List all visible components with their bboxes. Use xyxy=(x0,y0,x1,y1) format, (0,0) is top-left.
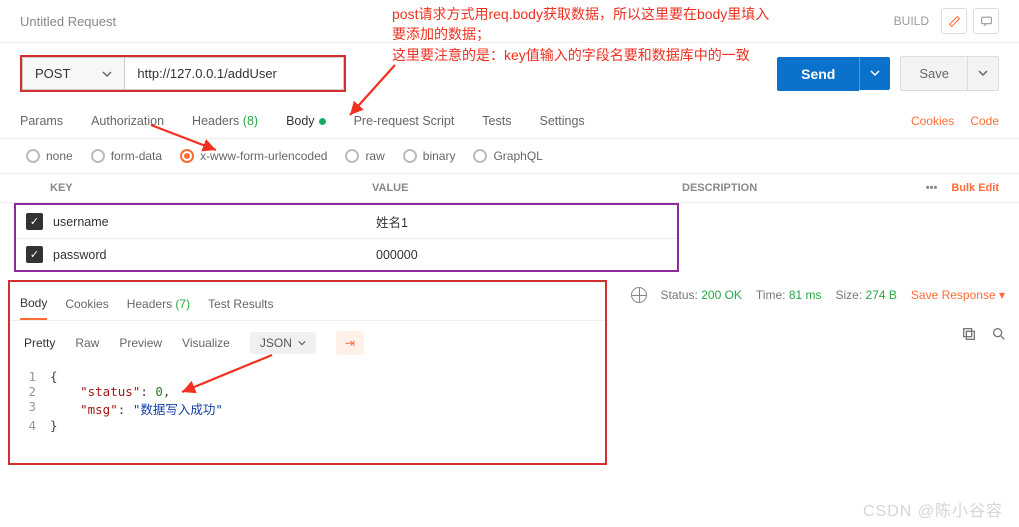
url-input[interactable] xyxy=(124,57,344,90)
response-highlight-box: Body Cookies Headers (7) Test Results Pr… xyxy=(8,280,607,465)
tab-body[interactable]: Body xyxy=(286,104,340,138)
watermark: CSDN @陈小谷容 xyxy=(863,497,1003,521)
send-button[interactable]: Send xyxy=(777,57,859,91)
wrap-icon[interactable]: ⇥ xyxy=(336,331,364,355)
size-label: Size: 274 B xyxy=(836,288,897,302)
search-icon[interactable] xyxy=(991,326,1007,345)
request-title: Untitled Request xyxy=(20,14,116,29)
kv-row[interactable]: ✓ username 姓名1 xyxy=(16,205,677,239)
method-label: POST xyxy=(35,66,70,81)
radio-urlencoded[interactable]: x-www-form-urlencoded xyxy=(180,149,327,163)
checkbox-icon[interactable]: ✓ xyxy=(26,213,43,230)
fmt-visualize[interactable]: Visualize xyxy=(182,336,230,350)
radio-form-data[interactable]: form-data xyxy=(91,149,162,163)
tab-settings[interactable]: Settings xyxy=(539,104,598,138)
tab-prerequest[interactable]: Pre-request Script xyxy=(354,104,469,138)
chevron-down-icon xyxy=(298,339,306,347)
globe-icon[interactable] xyxy=(631,287,647,303)
body-dot-icon xyxy=(319,118,326,125)
col-value: VALUE xyxy=(372,182,682,194)
build-label[interactable]: BUILD xyxy=(894,14,929,28)
cookies-link[interactable]: Cookies xyxy=(911,114,954,128)
copy-icon[interactable] xyxy=(961,326,977,345)
comment-icon[interactable] xyxy=(973,8,999,34)
kv-key[interactable]: password xyxy=(53,248,376,262)
send-more-button[interactable] xyxy=(859,57,890,90)
kv-highlight-box: ✓ username 姓名1 ✓ password 000000 xyxy=(14,203,679,272)
fmt-preview[interactable]: Preview xyxy=(119,336,162,350)
edit-icon[interactable] xyxy=(941,8,967,34)
fmt-pretty[interactable]: Pretty xyxy=(24,336,55,350)
resp-tab-headers[interactable]: Headers (7) xyxy=(127,291,190,319)
radio-raw[interactable]: raw xyxy=(345,149,384,163)
kv-key[interactable]: username xyxy=(53,215,376,229)
radio-graphql[interactable]: GraphQL xyxy=(473,149,542,163)
save-response-link[interactable]: Save Response ▾ xyxy=(911,288,1005,302)
json-select[interactable]: JSON xyxy=(250,332,316,354)
more-icon[interactable]: ••• xyxy=(912,182,952,194)
tab-params[interactable]: Params xyxy=(20,104,77,138)
col-key: KEY xyxy=(50,182,372,194)
resp-tab-cookies[interactable]: Cookies xyxy=(65,291,108,319)
kv-row[interactable]: ✓ password 000000 xyxy=(16,239,677,270)
code-link[interactable]: Code xyxy=(970,114,999,128)
checkbox-icon[interactable]: ✓ xyxy=(26,246,43,263)
tab-authorization[interactable]: Authorization xyxy=(91,104,178,138)
resp-tab-results[interactable]: Test Results xyxy=(208,291,273,319)
radio-binary[interactable]: binary xyxy=(403,149,456,163)
radio-none[interactable]: none xyxy=(26,149,73,163)
col-description: DESCRIPTION xyxy=(682,182,912,194)
bulk-edit-link[interactable]: Bulk Edit xyxy=(951,182,999,194)
method-url-group: POST xyxy=(20,55,346,92)
save-button[interactable]: Save xyxy=(900,56,968,91)
status-label: Status: 200 OK xyxy=(661,288,742,302)
chevron-down-icon xyxy=(102,69,112,79)
fmt-raw[interactable]: Raw xyxy=(75,336,99,350)
method-select[interactable]: POST xyxy=(22,57,124,90)
save-more-button[interactable] xyxy=(968,56,999,91)
time-label: Time: 81 ms xyxy=(756,288,822,302)
resp-tab-body[interactable]: Body xyxy=(20,290,47,320)
response-body[interactable]: 1{ 2 "status": 0, 3 "msg": "数据写入成功" 4} xyxy=(10,365,605,463)
tab-tests[interactable]: Tests xyxy=(482,104,525,138)
kv-value[interactable]: 000000 xyxy=(376,248,677,262)
kv-value[interactable]: 姓名1 xyxy=(376,212,677,231)
tab-headers[interactable]: Headers (8) xyxy=(192,104,272,138)
